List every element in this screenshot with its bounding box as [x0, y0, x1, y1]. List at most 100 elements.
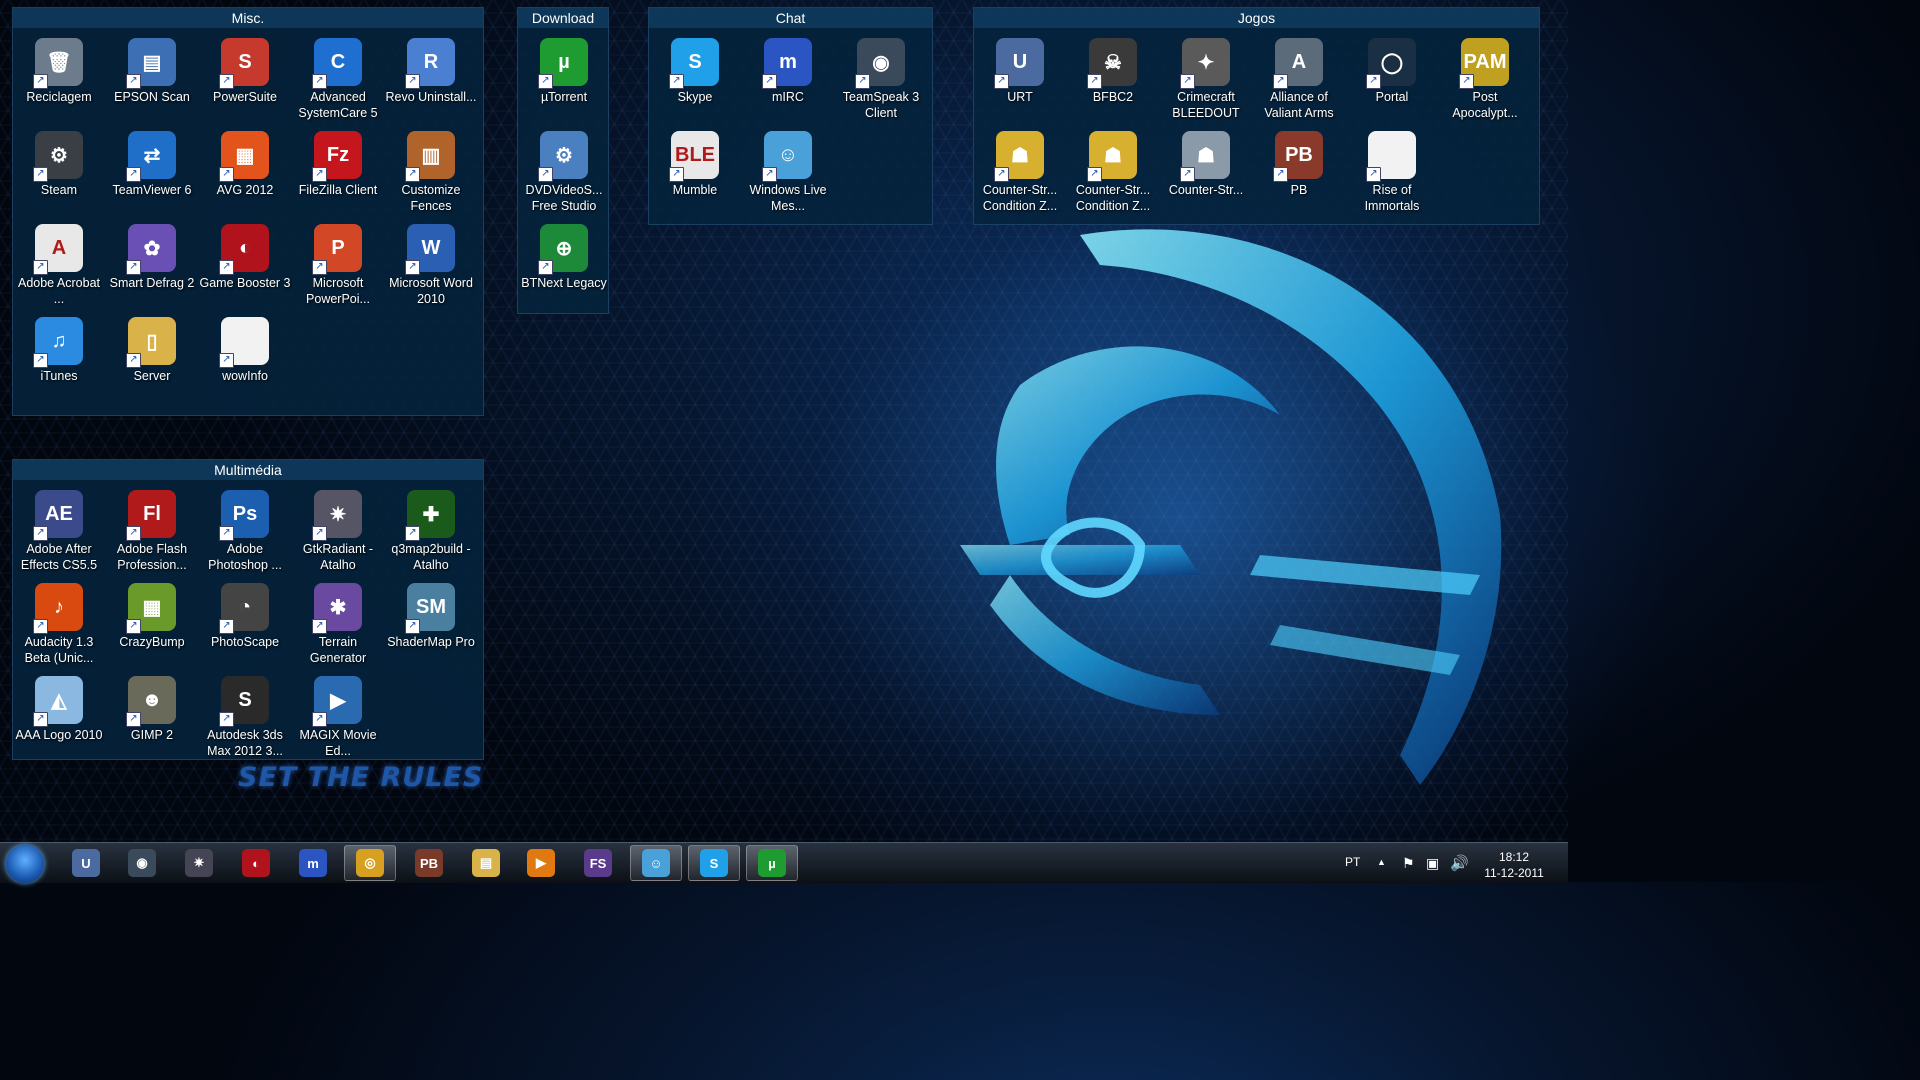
start-button[interactable] [6, 845, 44, 883]
desktop-shortcut[interactable]: 🗑 ↗ Reciclagem [13, 32, 105, 122]
icon-glyph: 🗑 [46, 51, 72, 74]
shortcut-arrow-icon: ↗ [855, 74, 870, 89]
action-center-icon[interactable]: ⚑ [1402, 855, 1415, 872]
shortcut-arrow-icon: ↗ [126, 526, 141, 541]
tray-expand-icon[interactable]: ▲ [1377, 857, 1386, 867]
desktop-shortcut[interactable]: ◭ ↗ AAA Logo 2010 [13, 670, 105, 760]
urt-taskbar-icon: U [72, 849, 100, 877]
icon-glyph: U [1012, 50, 1028, 73]
desktop-shortcut[interactable]: A ↗ Adobe Acrobat ... [13, 218, 105, 308]
desktop-shortcut[interactable]: PAM ↗ Post Apocalypt... [1439, 32, 1531, 122]
desktop-shortcut[interactable]: SM ↗ ShaderMap Pro [385, 577, 477, 667]
desktop-shortcut[interactable]: S ↗ Skype [649, 32, 741, 122]
shortcut-arrow-icon: ↗ [1180, 167, 1195, 182]
icon-glyph: ☻ [141, 688, 163, 711]
utorrent-taskbar-button[interactable]: µ [746, 845, 798, 881]
shortcut-arrow-icon: ↗ [538, 74, 553, 89]
desktop-shortcut[interactable]: ◉ ↗ TeamSpeak 3 Client [835, 32, 927, 122]
desktop-shortcut[interactable]: ✚ ↗ q3map2build - Atalho [385, 484, 477, 574]
desktop-shortcut[interactable]: ♪ ↗ Audacity 1.3 Beta (Unic... [13, 577, 105, 667]
icon-glyph: ☗ [1104, 144, 1122, 167]
desktop-shortcut[interactable]: ↗ wowInfo [199, 311, 291, 401]
desktop-shortcut[interactable]: ▥ ↗ Customize Fences [385, 125, 477, 215]
shortcut-arrow-icon: ↗ [219, 526, 234, 541]
desktop-shortcut[interactable]: ✿ ↗ Smart Defrag 2 [106, 218, 198, 308]
desktop-shortcut[interactable]: ⇄ ↗ TeamViewer 6 [106, 125, 198, 215]
desktop-shortcut[interactable]: ▦ ↗ AVG 2012 [199, 125, 291, 215]
network-icon[interactable]: ▣ [1426, 855, 1439, 872]
taskbar: U ◉ ✷ ◐ m ◎ PB ▤ ▶ FS ☺ Sµ PT ▲ ⚑ ▣ 🔊 18:12 11-12-2… [0, 842, 1568, 883]
fs-taskbar-icon: FS [584, 849, 612, 877]
desktop-shortcut[interactable]: ✱ ↗ Terrain Generator [292, 577, 384, 667]
shortcut-label: Audacity 1.3 Beta (Unic... [24, 635, 94, 665]
desktop-shortcut[interactable]: S ↗ Autodesk 3ds Max 2012 3... [199, 670, 291, 760]
mirc-taskbar-button[interactable]: m [287, 845, 339, 881]
desktop-shortcut[interactable]: ♫ ↗ iTunes [13, 311, 105, 401]
desktop-shortcut[interactable]: ☻ ↗ GIMP 2 [106, 670, 198, 760]
desktop-shortcut[interactable]: C ↗ Advanced SystemCare 5 [292, 32, 384, 122]
chrome-taskbar-button[interactable]: ◎ [344, 845, 396, 881]
desktop-shortcut[interactable]: ▯ ↗ Server [106, 311, 198, 401]
desktop-shortcut[interactable]: ▶ ↗ MAGIX Movie Ed... [292, 670, 384, 760]
desktop-shortcut[interactable]: ☗ ↗ Counter-Str... Condition Z... [974, 125, 1066, 215]
shortcut-label: PowerSuite [213, 90, 277, 104]
clock[interactable]: 18:12 11-12-2011 [1478, 849, 1550, 881]
fence-title: Chat [649, 8, 932, 28]
desktop-shortcut[interactable]: ⚙ ↗ Steam [13, 125, 105, 215]
desktop-shortcut[interactable]: P ↗ Microsoft PowerPoi... [292, 218, 384, 308]
messenger-taskbar-button[interactable]: ☺ [630, 845, 682, 881]
clock-time: 18:12 [1498, 850, 1530, 864]
desktop-shortcut[interactable]: m ↗ mIRC [742, 32, 834, 122]
desktop-shortcut[interactable]: ↗ Rise of Immortals [1346, 125, 1438, 215]
desktop-shortcut[interactable]: Fz ↗ FileZilla Client [292, 125, 384, 215]
desktop-shortcut[interactable]: ⊕ ↗ BTNext Legacy [518, 218, 610, 308]
media-player-taskbar-button[interactable]: ▶ [515, 845, 567, 881]
icon-glyph: W [421, 236, 441, 259]
desktop-shortcut[interactable]: ☠ ↗ BFBC2 [1067, 32, 1159, 122]
wallpaper-slogan: SET THE RULES [238, 762, 484, 793]
explorer-taskbar-button[interactable]: ▤ [460, 845, 512, 881]
desktop-shortcut[interactable]: ☗ ↗ Counter-Str... Condition Z... [1067, 125, 1159, 215]
gamebooster-taskbar-icon: ◐ [242, 849, 270, 877]
skype-taskbar-button[interactable]: S [688, 845, 740, 881]
desktop-shortcut[interactable]: ✷ ↗ GtkRadiant - Atalho [292, 484, 384, 574]
desktop-shortcut[interactable]: ◐ ↗ Game Booster 3 [199, 218, 291, 308]
desktop-shortcut[interactable]: BLE ↗ Mumble [649, 125, 741, 215]
desktop-shortcut[interactable]: ☗ ↗ Counter-Str... [1160, 125, 1252, 215]
desktop-shortcut[interactable]: Fl ↗ Adobe Flash Profession... [106, 484, 198, 574]
desktop-shortcut[interactable]: Ps ↗ Adobe Photoshop ... [199, 484, 291, 574]
desktop-shortcut[interactable]: ◔ ↗ PhotoScape [199, 577, 291, 667]
fs-taskbar-button[interactable]: FS [572, 845, 624, 881]
desktop-shortcut[interactable]: µ ↗ µTorrent [518, 32, 610, 122]
shortcut-label: Adobe Photoshop ... [208, 542, 282, 572]
volume-icon[interactable]: 🔊 [1450, 854, 1469, 872]
desktop-shortcut[interactable]: ◯ ↗ Portal [1346, 32, 1438, 122]
desktop-shortcut[interactable]: ✦ ↗ Crimecraft BLEEDOUT [1160, 32, 1252, 122]
shortcut-label: Adobe Acrobat ... [17, 276, 100, 306]
icon-glyph: ✱ [329, 596, 347, 619]
fence-title: Misc. [13, 8, 483, 28]
shortcut-arrow-icon: ↗ [33, 526, 48, 541]
desktop-shortcut[interactable]: ▦ ↗ CrazyBump [106, 577, 198, 667]
language-indicator[interactable]: PT [1345, 855, 1360, 869]
teamspeak-taskbar-button[interactable]: ◉ [116, 845, 168, 881]
icon-glyph: ▤ [142, 51, 162, 74]
desktop-shortcut[interactable]: ▤ ↗ EPSON Scan [106, 32, 198, 122]
desktop-shortcut[interactable]: R ↗ Revo Uninstall... [385, 32, 477, 122]
desktop-shortcut[interactable]: S ↗ PowerSuite [199, 32, 291, 122]
desktop-shortcut[interactable]: W ↗ Microsoft Word 2010 [385, 218, 477, 308]
gamebooster-taskbar-button[interactable]: ◐ [230, 845, 282, 881]
urt-taskbar-button[interactable]: U [60, 845, 112, 881]
shortcut-label: Mumble [672, 183, 718, 197]
desktop-shortcut[interactable]: A ↗ Alliance of Valiant Arms [1253, 32, 1345, 122]
pb-taskbar-button[interactable]: PB [403, 845, 455, 881]
desktop-shortcut[interactable]: U ↗ URT [974, 32, 1066, 122]
desktop-shortcut[interactable]: AE ↗ Adobe After Effects CS5.5 [13, 484, 105, 574]
gtkradiant-taskbar-button[interactable]: ✷ [173, 845, 225, 881]
desktop-shortcut[interactable]: ☺ ↗ Windows Live Mes... [742, 125, 834, 215]
shortcut-label: Microsoft Word 2010 [389, 276, 473, 306]
desktop-shortcut[interactable]: PB ↗ PB [1253, 125, 1345, 215]
icon-glyph: ▦ [235, 144, 255, 167]
gtkradiant-taskbar-icon: ✷ [185, 849, 213, 877]
desktop-shortcut[interactable]: ⚙ ↗ DVDVideoS... Free Studio [518, 125, 610, 215]
